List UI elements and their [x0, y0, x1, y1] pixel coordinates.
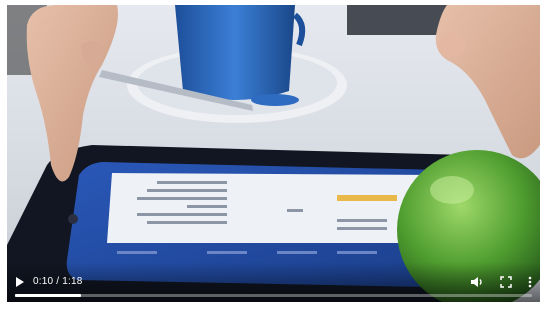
time-separator: /: [53, 276, 63, 287]
more-options-icon: [528, 276, 532, 288]
volume-button[interactable]: [469, 274, 485, 290]
fullscreen-button[interactable]: [498, 274, 514, 290]
progress-bar[interactable]: [15, 294, 532, 297]
duration: 1:18: [62, 276, 83, 287]
progress-fill: [15, 294, 82, 297]
page-frame: 0:10 / 1:18: [0, 0, 547, 309]
video-frame[interactable]: [7, 5, 540, 302]
time-display: 0:10 / 1:18: [33, 274, 82, 290]
more-options-button[interactable]: [525, 274, 535, 290]
control-bar: 0:10 / 1:18: [7, 262, 540, 302]
play-button[interactable]: [13, 274, 27, 290]
play-icon: [15, 276, 25, 288]
fullscreen-icon: [500, 276, 512, 288]
video-player[interactable]: 0:10 / 1:18: [7, 5, 540, 302]
current-time: 0:10: [33, 276, 54, 287]
volume-icon: [470, 276, 484, 288]
